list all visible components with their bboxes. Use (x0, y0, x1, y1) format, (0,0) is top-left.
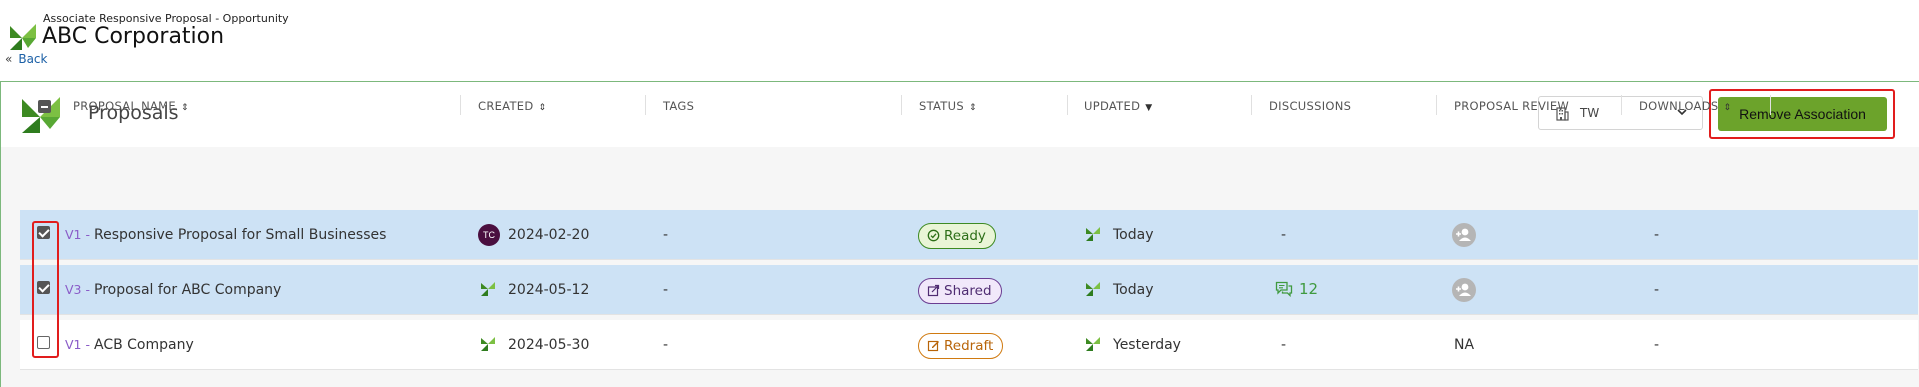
tags-cell: - (663, 227, 669, 243)
check-circle-icon (927, 229, 940, 242)
column-divider[interactable] (1251, 95, 1252, 115)
select-all-checkbox[interactable] (38, 100, 51, 113)
column-divider[interactable] (460, 95, 461, 115)
proposal-review-cell: NA (1454, 337, 1475, 353)
column-label: PROPOSAL NAME (73, 99, 176, 113)
created-date: 2024-05-30 (508, 337, 590, 353)
table-row[interactable]: V3 - Proposal for ABC Company 2024-05-12 … (20, 265, 1918, 315)
add-user-icon (1456, 283, 1471, 296)
discussions-cell: - (1281, 227, 1287, 243)
column-label: STATUS (919, 99, 964, 113)
leaf-logo-icon (481, 337, 495, 351)
status-label: Ready (944, 228, 986, 244)
table-row[interactable]: V1 - ACB Company 2024-05-30 - Redraft Yes… (20, 320, 1918, 370)
column-header-discussions: DISCUSSIONS (1269, 99, 1351, 113)
leaf-logo-icon (481, 282, 495, 296)
discussions-link[interactable]: 12 (1275, 280, 1318, 298)
proposal-name-cell[interactable]: V3 - Proposal for ABC Company (65, 282, 281, 298)
back-chevron-icon: « (5, 52, 13, 66)
sort-icon: ⇕ (538, 103, 547, 113)
updated-cell: Today (1113, 282, 1154, 298)
discussions-count: 12 (1299, 280, 1319, 298)
column-label: CREATED (478, 99, 534, 113)
column-divider[interactable] (901, 95, 902, 115)
version-label: V1 - (65, 227, 90, 242)
back-link[interactable]: « Back (5, 52, 47, 66)
downloads-cell: - (1654, 227, 1660, 243)
table-row[interactable]: V1 - Responsive Proposal for Small Busine… (20, 210, 1918, 260)
avatar: TC (478, 224, 500, 246)
column-divider[interactable] (645, 95, 646, 115)
column-label: DISCUSSIONS (1269, 99, 1352, 113)
column-header-created[interactable]: CREATED ⇕ (478, 99, 546, 113)
column-header-downloads[interactable]: DOWNLOADS ⇕ (1639, 99, 1731, 113)
add-user-icon (1456, 228, 1471, 241)
column-header-tags: TAGS (663, 99, 694, 113)
column-divider[interactable] (1436, 95, 1437, 115)
column-divider[interactable] (1621, 95, 1622, 115)
proposal-name-cell[interactable]: V1 - ACB Company (65, 337, 194, 353)
leaf-logo-icon (1086, 227, 1100, 241)
proposal-name: Responsive Proposal for Small Businesses (94, 227, 387, 243)
column-label: DOWNLOADS (1639, 99, 1719, 113)
sort-icon: ⇕ (968, 103, 977, 113)
status-label: Shared (944, 283, 992, 299)
add-reviewer-icon[interactable] (1452, 223, 1476, 247)
proposal-name-cell[interactable]: V1 - Responsive Proposal for Small Busine… (65, 227, 386, 243)
column-divider[interactable] (1067, 95, 1068, 115)
add-reviewer-icon[interactable] (1452, 278, 1476, 302)
column-label: PROPOSAL REVIEW (1454, 99, 1570, 113)
leaf-logo-icon (1086, 337, 1100, 351)
leaf-logo-icon (1086, 282, 1100, 296)
column-header-status[interactable]: STATUS ⇕ (919, 99, 977, 113)
column-divider[interactable] (1770, 95, 1771, 115)
updated-cell: Today (1113, 227, 1154, 243)
tags-cell: - (663, 282, 669, 298)
version-label: V3 - (65, 282, 90, 297)
share-icon (927, 284, 940, 297)
top-header: Associate Responsive Proposal - Opportun… (0, 0, 1919, 82)
downloads-cell: - (1654, 282, 1660, 298)
table-header: PROPOSAL NAME ⇕ CREATED ⇕ TAGS STATUS ⇕ UPD… (20, 83, 1918, 129)
sort-icon: ⇕ (180, 103, 189, 113)
downloads-cell: - (1654, 337, 1660, 353)
checkbox-highlight (32, 221, 59, 358)
proposal-name: ACB Company (94, 337, 194, 353)
sort-icon: ⇕ (1723, 103, 1732, 113)
column-header-proposal-review: PROPOSAL REVIEW (1454, 99, 1569, 113)
column-header-proposal-name[interactable]: PROPOSAL NAME ⇕ (73, 99, 189, 113)
back-label: Back (18, 52, 48, 66)
page-title: ABC Corporation (42, 24, 225, 49)
column-header-updated[interactable]: UPDATED ▼ (1084, 99, 1152, 113)
chat-icon (1275, 281, 1293, 298)
column-label: UPDATED (1084, 99, 1141, 113)
discussions-cell: - (1281, 337, 1287, 353)
status-badge: Redraft (918, 333, 1004, 359)
column-label: TAGS (663, 99, 695, 113)
edit-icon (927, 340, 939, 352)
created-date: 2024-02-20 (508, 227, 590, 243)
sort-desc-icon: ▼ (1145, 103, 1153, 113)
status-badge: Ready (918, 223, 996, 249)
app-logo-icon (10, 24, 36, 50)
status-label: Redraft (944, 338, 994, 354)
version-label: V1 - (65, 337, 90, 352)
proposal-name: Proposal for ABC Company (94, 282, 282, 298)
tags-cell: - (663, 337, 669, 353)
created-date: 2024-05-12 (508, 282, 590, 298)
updated-cell: Yesterday (1113, 337, 1181, 353)
status-badge: Shared (918, 278, 1002, 304)
